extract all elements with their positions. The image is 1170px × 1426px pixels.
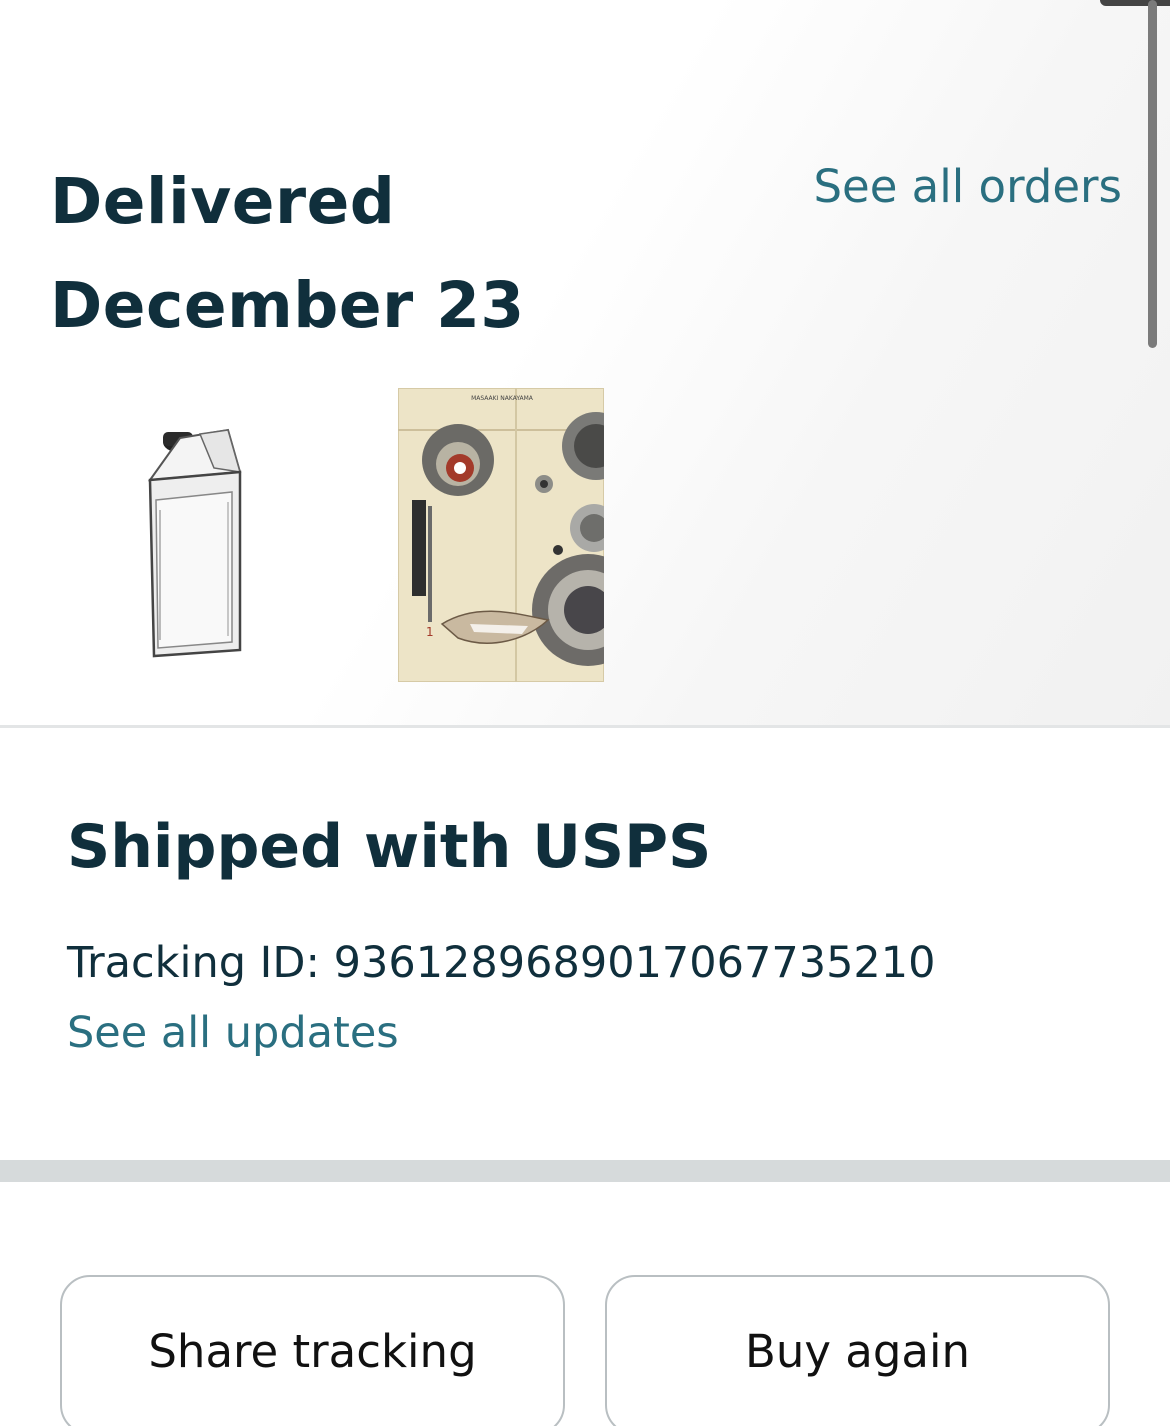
order-details-page: Delivered December 23 See all orders MAS… — [0, 0, 1170, 1426]
see-all-updates-link[interactable]: See all updates — [67, 1008, 399, 1058]
bottle-image[interactable] — [140, 420, 250, 660]
tracking-id-text: Tracking ID: 9361289689017067735210 — [67, 938, 936, 988]
book-author-text: MASAAKI NAKAYAMA — [471, 395, 534, 402]
delivery-status-text: Delivered — [50, 165, 396, 238]
section-divider — [0, 725, 1170, 728]
delivery-status-heading: Delivered December 23 — [50, 150, 525, 358]
share-tracking-button[interactable]: Share tracking — [60, 1275, 565, 1426]
scrollbar[interactable] — [1148, 0, 1157, 348]
buy-again-button[interactable]: Buy again — [605, 1275, 1110, 1426]
see-all-orders-link[interactable]: See all orders — [813, 160, 1122, 213]
book-cover-image[interactable]: MASAAKI NAKAYAMA 1 — [398, 388, 604, 682]
book-volume-text: 1 — [426, 625, 434, 639]
section-separator — [0, 1160, 1170, 1182]
delivery-date-text: December 23 — [50, 269, 525, 342]
window-corner — [1100, 0, 1170, 6]
shipping-carrier-heading: Shipped with USPS — [67, 812, 712, 882]
